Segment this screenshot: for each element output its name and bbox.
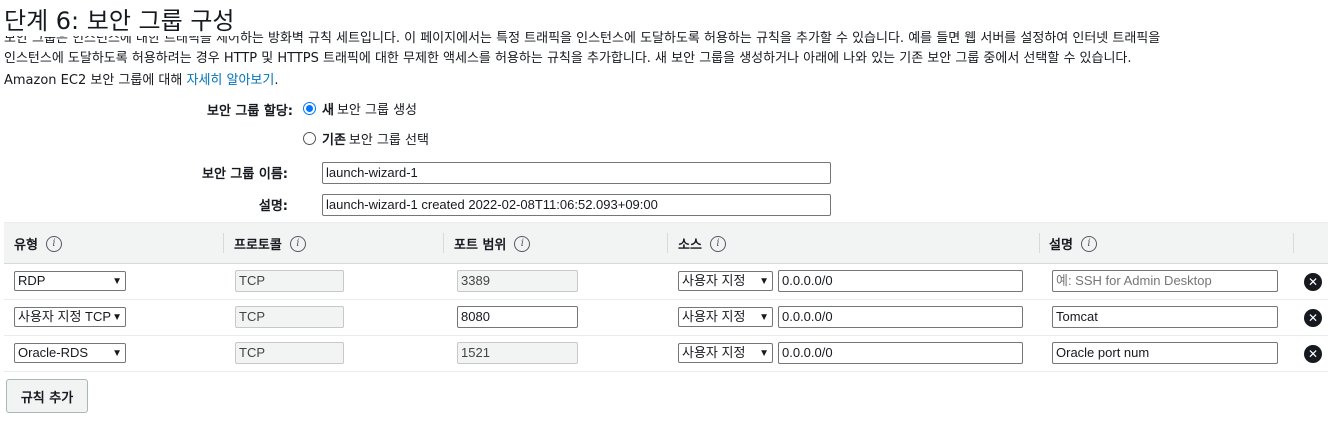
info-icon[interactable]: i [1080, 235, 1097, 252]
remove-rule-icon[interactable]: ✕ [1304, 345, 1322, 363]
source-type-select[interactable]: 사용자 지정 ▼ [678, 343, 773, 363]
header-port-range: 포트 범위 i [454, 223, 531, 264]
chevron-down-icon: ▼ [112, 276, 122, 287]
header-divider [1293, 233, 1294, 253]
header-description-label: 설명 [1049, 238, 1073, 253]
intro-text-suffix: . [274, 73, 279, 88]
radio-new-group[interactable]: 새 보안 그룹 생성 [303, 99, 417, 118]
port-range-input[interactable]: 8080 [457, 306, 578, 328]
source-type-value: 사용자 지정 [682, 309, 746, 324]
type-select[interactable]: RDP ▼ [14, 271, 126, 291]
group-name-label: 보안 그룹 이름: [201, 167, 288, 182]
chevron-down-icon: ▼ [759, 276, 769, 287]
intro-text: 인스턴스에 도달하도록 허용하려는 경우 HTTP 및 HTTPS 트래픽에 대… [4, 48, 1324, 92]
radio-existing-group-bold: 기존 [322, 133, 346, 148]
type-select[interactable]: 사용자 지정 TCP ▼ [14, 307, 126, 327]
source-type-value: 사용자 지정 [682, 345, 746, 360]
header-source-label: 소스 [678, 238, 702, 253]
info-icon[interactable]: i [289, 235, 306, 252]
radio-existing-group-label: 보안 그룹 선택 [348, 133, 429, 148]
rule-description-input[interactable]: Tomcat [1052, 306, 1278, 328]
rule-description-input[interactable]: Oracle port num [1052, 342, 1278, 364]
remove-rule-icon[interactable]: ✕ [1304, 309, 1322, 327]
protocol-field: TCP [235, 306, 344, 328]
header-protocol-label: 프로토콜 [234, 238, 282, 253]
chevron-down-icon: ▼ [112, 348, 122, 359]
type-select-value: RDP [18, 273, 46, 288]
row-divider [4, 335, 1328, 336]
rules-table-header: 유형 i 프로토콜 i 포트 범위 i 소스 i 설명 i [4, 222, 1328, 264]
header-type-label: 유형 [14, 238, 38, 253]
radio-existing-group-button[interactable] [303, 132, 316, 145]
source-cidr-input[interactable]: 0.0.0.0/0 [778, 306, 1023, 328]
source-type-value: 사용자 지정 [682, 273, 746, 288]
radio-existing-group[interactable]: 기존 보안 그룹 선택 [303, 129, 429, 148]
chevron-down-icon: ▼ [759, 312, 769, 323]
radio-new-group-bold: 새 [322, 103, 334, 118]
chevron-down-icon: ▼ [112, 312, 122, 323]
port-range-field: 3389 [457, 270, 578, 292]
intro-text-line-3: Amazon EC2 보안 그룹에 대해 자세히 알아보기. [4, 70, 1324, 92]
info-icon[interactable]: i [709, 235, 726, 252]
header-source: 소스 i [678, 223, 726, 264]
header-protocol: 프로토콜 i [234, 223, 306, 264]
description-label: 설명: [258, 199, 288, 214]
intro-text-prefix: Amazon EC2 보안 그룹에 대해 [4, 73, 187, 88]
radio-new-group-button[interactable] [303, 102, 316, 115]
header-port-range-label: 포트 범위 [454, 238, 507, 253]
source-cidr-input[interactable]: 0.0.0.0/0 [778, 270, 1023, 292]
description-input[interactable]: launch-wizard-1 created 2022-02-08T11:06… [322, 194, 831, 216]
info-icon[interactable]: i [45, 235, 62, 252]
header-divider [667, 233, 668, 253]
source-type-select[interactable]: 사용자 지정 ▼ [678, 271, 773, 291]
group-name-input[interactable]: launch-wizard-1 [322, 162, 831, 184]
header-divider [223, 233, 224, 253]
header-description: 설명 i [1049, 223, 1097, 264]
assignment-label: 보안 그룹 할당: [206, 104, 293, 119]
header-divider [1039, 233, 1040, 253]
header-divider [443, 233, 444, 253]
radio-new-group-label: 보안 그룹 생성 [336, 103, 417, 118]
row-divider [4, 299, 1328, 300]
type-select[interactable]: Oracle-RDS ▼ [14, 343, 126, 363]
type-select-value: Oracle-RDS [18, 345, 89, 360]
source-type-select[interactable]: 사용자 지정 ▼ [678, 307, 773, 327]
rule-description-input[interactable]: 예: SSH for Admin Desktop [1052, 270, 1278, 292]
type-select-value: 사용자 지정 TCP [18, 309, 112, 324]
port-range-field: 1521 [457, 342, 578, 364]
remove-rule-icon[interactable]: ✕ [1304, 273, 1322, 291]
protocol-field: TCP [235, 270, 344, 292]
chevron-down-icon: ▼ [759, 348, 769, 359]
source-cidr-input[interactable]: 0.0.0.0/0 [778, 342, 1023, 364]
intro-text-line-2: 인스턴스에 도달하도록 허용하려는 경우 HTTP 및 HTTPS 트래픽에 대… [4, 51, 1132, 66]
protocol-field: TCP [235, 342, 344, 364]
page-title: 단계 6: 보안 그룹 구성 [4, 6, 241, 36]
row-divider [4, 371, 1328, 372]
add-rule-button[interactable]: 규칙 추가 [6, 379, 88, 413]
learn-more-link[interactable]: 자세히 알아보기 [186, 73, 274, 88]
header-type: 유형 i [14, 223, 62, 264]
info-icon[interactable]: i [514, 235, 531, 252]
